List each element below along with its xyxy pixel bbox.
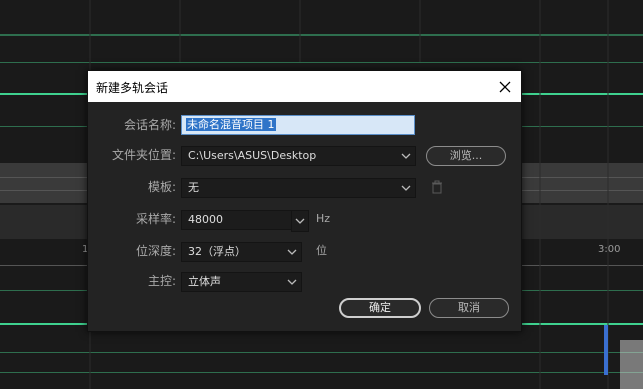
close-icon[interactable] [493, 75, 517, 99]
trash-icon[interactable] [431, 180, 443, 194]
chevron-down-icon [400, 149, 412, 163]
master-label: 主控: [147, 274, 176, 288]
template-label: 模板: [147, 180, 176, 194]
master-value: 立体声 [188, 275, 221, 288]
master-dropdown[interactable]: 立体声 [181, 272, 302, 292]
session-name-value: 未命名混音项目 1 [186, 118, 276, 131]
timecode-right: 3:00 [598, 244, 621, 255]
dialog-titlebar: 新建多轨会话 [88, 71, 521, 102]
folder-value: C:\Users\ASUS\Desktop [188, 149, 317, 162]
template-dropdown[interactable]: 无 [181, 178, 416, 198]
session-name-label: 会话名称: [123, 118, 176, 132]
bit-depth-value: 32（浮点） [188, 245, 246, 258]
chevron-down-icon [294, 214, 306, 228]
dialog-title: 新建多轨会话 [96, 81, 169, 95]
session-name-input[interactable]: 未命名混音项目 1 [181, 115, 415, 135]
folder-label: 文件夹位置: [111, 148, 176, 162]
bit-depth-label: 位深度: [135, 244, 176, 258]
folder-dropdown[interactable]: C:\Users\ASUS\Desktop [181, 146, 416, 166]
template-value: 无 [188, 181, 199, 194]
bit-depth-dropdown[interactable]: 32（浮点） [181, 242, 302, 262]
sample-rate-unit: Hz [316, 212, 331, 225]
sample-rate-label: 采样率: [135, 212, 176, 226]
sample-rate-value: 48000 [188, 213, 223, 226]
bit-depth-unit: 位 [316, 244, 327, 257]
chevron-down-icon [400, 181, 412, 195]
cancel-button[interactable]: 取消 [429, 298, 509, 318]
sample-rate-dropdown[interactable]: 48000 [181, 210, 302, 230]
sample-rate-arrow-button[interactable] [291, 210, 309, 232]
chevron-down-icon [286, 245, 298, 259]
ok-button[interactable]: 确定 [339, 298, 421, 318]
browse-button[interactable]: 浏览... [426, 146, 506, 166]
new-multitrack-session-dialog: 新建多轨会话 会话名称: 未命名混音项目 1 文件夹位置: C:\Users\A… [87, 70, 522, 332]
chevron-down-icon [286, 275, 298, 289]
